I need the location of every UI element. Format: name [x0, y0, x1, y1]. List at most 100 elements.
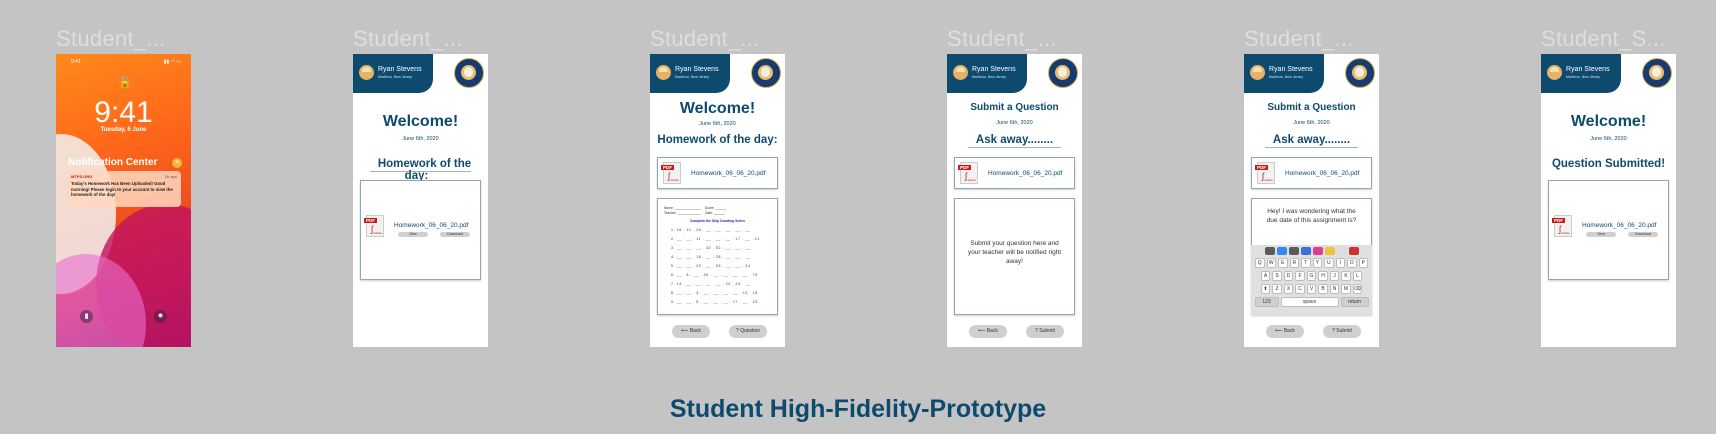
numbers-key[interactable]: 123 — [1254, 297, 1279, 307]
space-key[interactable]: space — [1280, 297, 1339, 307]
homework-card[interactable]: PDF ʃ Adobe Homework_06_06_20.pdf View Dow… — [1548, 180, 1669, 280]
key[interactable]: Q — [1255, 258, 1265, 268]
view-button[interactable]: View — [1586, 232, 1616, 237]
worksheet-name-line: Name: ______________ Score: ______ — [664, 206, 727, 210]
question-mark-icon: ? — [735, 328, 739, 334]
key[interactable]: I — [1335, 258, 1345, 268]
status-time: 9:41 — [71, 59, 81, 65]
question-placeholder: Submit your question here and your teach… — [967, 240, 1062, 265]
key[interactable]: R — [1289, 258, 1299, 268]
lock-date: Tuesday, 6 June — [100, 127, 147, 133]
key[interactable]: L — [1352, 271, 1363, 281]
app-icon[interactable] — [1348, 247, 1359, 255]
shift-key[interactable]: ⬆ — [1260, 284, 1271, 294]
back-button[interactable]: ⟵ Back — [969, 325, 1007, 338]
welcome-heading: Welcome! — [382, 113, 459, 130]
download-button[interactable]: Download — [1628, 232, 1658, 237]
question-textarea[interactable]: Submit your question here and your teach… — [954, 198, 1075, 315]
key[interactable]: O — [1347, 258, 1357, 268]
key[interactable]: W — [1266, 258, 1276, 268]
key[interactable]: C — [1295, 284, 1305, 294]
app-header: Ryan Stevens Marlboro, New Jersey — [1244, 54, 1324, 93]
camera-icon[interactable]: ◉ — [154, 310, 167, 323]
app-icon[interactable] — [1276, 247, 1287, 255]
key[interactable]: A — [1260, 271, 1271, 281]
student-name: Ryan Stevens — [675, 66, 719, 73]
pdf-file-name: Homework_06_06_20.pdf — [1285, 170, 1360, 177]
key[interactable]: M — [1341, 284, 1351, 294]
frame-title: Student_... — [56, 26, 166, 51]
app-header: Ryan Stevens Marlboro, New Jersey — [353, 54, 433, 93]
flashlight-icon[interactable]: ▮ — [80, 310, 93, 323]
student-location: Marlboro, New Jersey — [675, 75, 710, 79]
typed-question: Hey! I was wondering what the due date o… — [1266, 208, 1357, 224]
homework-file-card[interactable]: PDF ʃ Adobe Homework_06_06_20.pdf — [1251, 157, 1372, 189]
app-icon[interactable] — [1312, 247, 1323, 255]
student-name: Ryan Stevens — [378, 66, 422, 73]
date-label: June 6th, 2020 — [699, 121, 736, 127]
pdf-icon: PDF ʃ Adobe — [1255, 162, 1275, 184]
student-location: Marlboro, New Jersey — [1566, 75, 1601, 79]
key[interactable]: G — [1306, 271, 1317, 281]
homework-screen: Ryan Stevens Marlboro, New Jersey Welcom… — [650, 54, 785, 347]
pdf-icon: PDF ʃ Adobe — [661, 162, 681, 184]
avatar — [1547, 65, 1562, 80]
question-mark-icon: ? — [1332, 328, 1335, 334]
date-label: June 6th, 2020 — [1293, 120, 1330, 126]
student-location: Marlboro, New Jersey — [972, 75, 1007, 79]
pdf-icon: PDF ʃ Adobe — [1552, 215, 1572, 237]
submit-button[interactable]: ? Submit — [1323, 325, 1361, 338]
pdf-file-name: Homework_06_06_20.pdf — [394, 222, 469, 229]
key[interactable]: N — [1329, 284, 1340, 294]
view-button[interactable]: View — [398, 232, 428, 237]
worksheet-preview[interactable]: Name: ______________ Score: ______ Teach… — [657, 198, 778, 315]
question-button[interactable]: ? Question — [729, 325, 767, 338]
worksheet-row: 6. __ . 8 . __ . 26 . __ . __ . __ . __ … — [671, 273, 758, 277]
keyboard-row: ASDFGHJKL — [1251, 271, 1372, 281]
key[interactable]: U — [1324, 258, 1334, 268]
homework-card[interactable]: PDF ʃ Adobe Homework_06_06_20.pdf View Dow… — [360, 180, 481, 280]
pdf-file-name: Homework_06_06_20.pdf — [1582, 222, 1657, 229]
app-icon[interactable] — [1336, 247, 1347, 255]
submit-question-heading: Submit a Question — [1267, 102, 1356, 113]
submit-button[interactable]: ? Submit — [1026, 325, 1064, 338]
key[interactable]: K — [1341, 271, 1351, 281]
app-icon[interactable] — [1288, 247, 1299, 255]
delete-key[interactable]: ⌫ — [1352, 284, 1363, 294]
back-button[interactable]: ⟵ Back — [1266, 325, 1304, 338]
key[interactable]: S — [1272, 271, 1282, 281]
key[interactable]: D — [1283, 271, 1294, 281]
return-key[interactable]: return — [1340, 297, 1369, 307]
worksheet-row: 8. __ . __ . 3 . __ . __ . __ . __ . 13 … — [671, 291, 758, 295]
submit-question-screen: Ryan Stevens Marlboro, New Jersey Submit… — [947, 54, 1082, 347]
avatar — [359, 65, 374, 80]
key[interactable]: T — [1301, 258, 1311, 268]
app-icon[interactable] — [1264, 247, 1275, 255]
notification-body: Today's Homework Has Been Uploaded! Good… — [71, 181, 173, 197]
key[interactable]: E — [1278, 258, 1288, 268]
key[interactable]: Y — [1312, 258, 1322, 268]
submit-question-heading: Submit a Question — [970, 102, 1059, 113]
download-button[interactable]: Download — [440, 232, 470, 237]
app-icon[interactable] — [1300, 247, 1311, 255]
frame-title: Student_... — [947, 26, 1057, 51]
key[interactable]: Z — [1272, 284, 1282, 294]
key[interactable]: P — [1358, 258, 1368, 268]
close-icon[interactable]: × — [172, 158, 182, 168]
key[interactable]: B — [1318, 284, 1328, 294]
homework-file-card[interactable]: PDF ʃ Adobe Homework_06_06_20.pdf — [954, 157, 1075, 189]
key[interactable]: J — [1329, 271, 1340, 281]
key[interactable]: H — [1318, 271, 1328, 281]
back-button[interactable]: ⟵ Back — [672, 325, 710, 338]
school-seal-logo — [751, 58, 781, 88]
student-name: Ryan Stevens — [1269, 66, 1313, 73]
key[interactable]: F — [1295, 271, 1305, 281]
frame-title: Student_... — [353, 26, 463, 51]
key[interactable]: X — [1283, 284, 1294, 294]
key[interactable]: V — [1306, 284, 1317, 294]
app-icon[interactable] — [1324, 247, 1335, 255]
notification-card[interactable]: MTPS.ORG 2h ago Today's Homework Has Bee… — [67, 171, 181, 207]
arrow-left-icon: ⟵ — [1275, 328, 1283, 334]
submit-question-typing-screen: Ryan Stevens Marlboro, New Jersey Submit… — [1244, 54, 1379, 347]
homework-file-card[interactable]: PDF ʃ Adobe Homework_06_06_20.pdf — [657, 157, 778, 189]
